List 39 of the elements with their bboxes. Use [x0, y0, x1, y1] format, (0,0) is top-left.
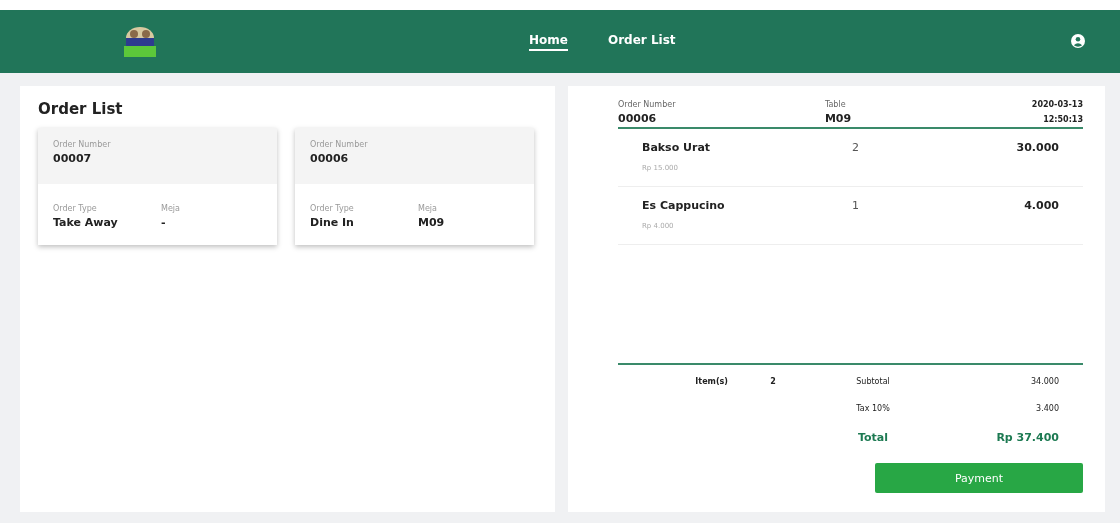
order-type: Dine In — [310, 216, 355, 229]
nav-link[interactable]: Order List — [607, 32, 676, 51]
item-count: 2 — [769, 377, 777, 386]
field-label: Order Type — [310, 204, 355, 213]
order-number: 00006 — [310, 152, 350, 165]
field-label: Meja — [418, 204, 438, 213]
table-number: M09 — [824, 112, 853, 125]
item-amount: 30.000 — [1016, 141, 1059, 154]
user-icon[interactable] — [1071, 34, 1085, 48]
field-label: Order Number — [618, 100, 677, 109]
item-amount: 4.000 — [1024, 199, 1059, 212]
order-card[interactable]: Order Number 00006 Order Type Dine In Meja M09 — [295, 128, 534, 245]
field-label: Order Number — [53, 140, 112, 149]
item-name: Es Cappucino — [642, 199, 726, 212]
field-label: Table — [824, 100, 847, 109]
summary-label: Subtotal — [855, 377, 891, 386]
item-name: Bakso Urat — [642, 141, 712, 154]
total-label: Total — [856, 431, 890, 444]
order-card[interactable]: Order Number 00007 Order Type Take Away Meja - — [38, 128, 277, 245]
order-type: Take Away — [53, 216, 119, 229]
item-quantity: 2 — [852, 141, 860, 154]
order-number: 00006 — [618, 112, 658, 125]
item-quantity: 1 — [852, 199, 860, 212]
total-value: Rp 37.400 — [995, 431, 1059, 444]
table-number: M09 — [418, 216, 445, 229]
field-label: Meja — [161, 204, 180, 213]
nav-link[interactable]: Home — [529, 32, 568, 51]
field-label: Order Type — [53, 204, 98, 213]
panel-title: Order List — [38, 100, 124, 118]
payment-button[interactable]: Payment — [875, 463, 1083, 493]
order-date: 2020-03-13 — [1031, 100, 1083, 109]
order-time: 12:50:13 — [1043, 115, 1083, 124]
summary-label: Tax 10% — [855, 404, 891, 413]
order-number: 00007 — [53, 152, 93, 165]
summary-label: Item(s) — [694, 377, 728, 386]
table-number: - — [161, 216, 167, 229]
field-label: Order Number — [310, 140, 369, 149]
subtotal-value: 34.000 — [1030, 377, 1059, 386]
tax-value: 3.400 — [1035, 404, 1059, 413]
